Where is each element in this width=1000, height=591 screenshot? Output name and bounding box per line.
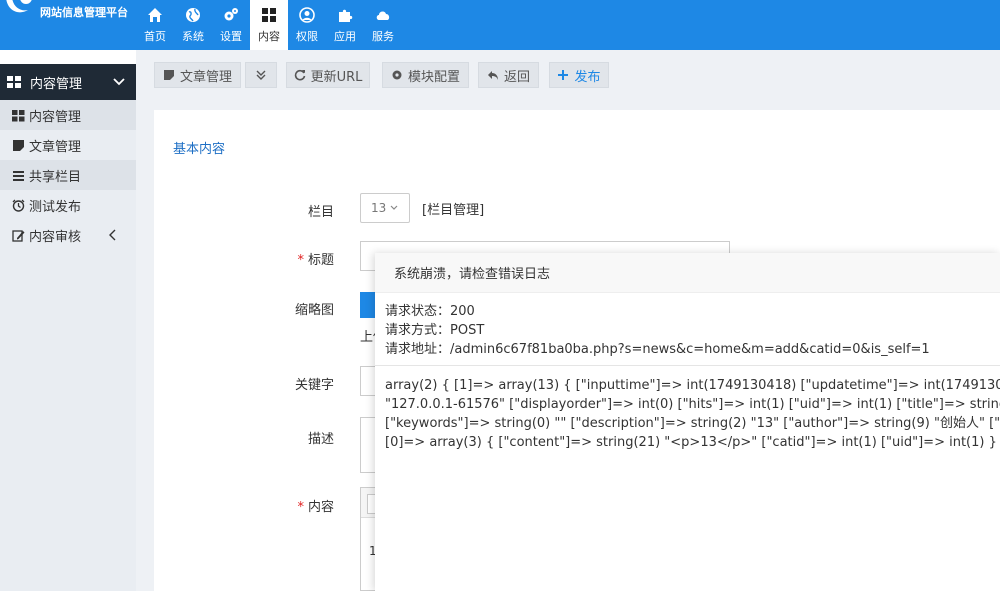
dialog-title: 系统崩溃，请检查错误日志 (375, 253, 1000, 293)
sidebar-item-article-manage[interactable]: 文章管理 (0, 130, 136, 160)
content-label-text: 内容 (307, 500, 334, 515)
required-marker: * (297, 500, 304, 515)
nav-label: 内容 (258, 29, 280, 43)
article-manage-label: 文章管理 (179, 69, 232, 85)
user-icon (299, 6, 315, 23)
category-select-value: 13 (371, 201, 387, 215)
nav-label: 设置 (220, 29, 242, 43)
nav-content[interactable]: 内容 (250, 0, 288, 50)
article-manage-button[interactable]: 文章管理 (154, 62, 241, 88)
note-icon (13, 139, 24, 151)
sidebar-section-content-manage[interactable]: 内容管理 (0, 64, 136, 100)
list-icon (13, 170, 24, 181)
gear-icon (392, 70, 402, 80)
description-label-text: 描述 (307, 432, 334, 447)
title-label-text: 标题 (307, 253, 334, 268)
sidebar-section-label: 内容管理 (30, 76, 83, 92)
description-label: 描述 (154, 428, 334, 447)
update-url-button[interactable]: 更新URL (286, 62, 370, 88)
chevron-down-icon (113, 78, 125, 86)
refresh-icon (294, 69, 305, 81)
clock-icon (12, 199, 25, 212)
module-config-label: 模块配置 (407, 69, 460, 85)
cloud-icon (376, 10, 390, 20)
error-dialog: 系统崩溃，请检查错误日志 请求状态：200 请求方式：POST 请求地址：/ad… (375, 253, 1000, 591)
reply-icon (487, 71, 498, 80)
nav-label: 系统 (182, 29, 204, 43)
publish-label: 发布 (574, 69, 601, 85)
chevron-down-icon (390, 205, 398, 210)
required-marker: * (297, 253, 304, 268)
sidebar-item-label: 内容审核 (29, 229, 82, 245)
nav-home[interactable]: 首页 (136, 0, 174, 50)
sidebar-item-content-review[interactable]: 内容审核 (0, 220, 136, 250)
globe-icon (186, 7, 200, 22)
note-icon (163, 70, 174, 80)
keywords-label-text: 关键字 (294, 378, 334, 393)
category-manage-link[interactable]: [栏目管理] (422, 199, 484, 218)
title-label: * 标题 (154, 249, 334, 268)
request-url: 请求地址：/admin6c67f81ba0ba.php?s=news&c=hom… (385, 342, 930, 357)
section-title: 基本内容 (173, 142, 226, 157)
category-select[interactable]: 13 (360, 193, 410, 223)
request-method: 请求方式：POST (385, 323, 485, 338)
sidebar-item-content-manage[interactable]: 内容管理 (0, 100, 136, 130)
sidebar-item-test-publish[interactable]: 测试发布 (0, 190, 136, 220)
upload-text: 上传 (360, 330, 376, 345)
nav-label: 首页 (144, 29, 166, 43)
sidebar-list: 内容管理 文章管理 共享栏目 测试发布 内容审核 (0, 100, 136, 250)
nav-apps[interactable]: 应用 (326, 0, 364, 50)
error-dump: array(2) { [1]=> array(13) { ["inputtime… (385, 376, 1000, 452)
more-dropdown-button[interactable] (245, 62, 277, 88)
grid-icon (262, 7, 276, 22)
top-bar: 网站信息管理平台 首页 系统 设置 内容 权限 应用 服务 (0, 0, 1000, 50)
logo-icon (6, 0, 32, 13)
thumbnail-label: 缩略图 (154, 299, 334, 318)
request-status: 请求状态：200 (385, 304, 475, 319)
thumbnail-label-text: 缩略图 (294, 303, 334, 318)
module-config-button[interactable]: 模块配置 (382, 62, 469, 88)
toolbar: 文章管理 更新URL 模块配置 返回 发布 (136, 50, 1000, 100)
category-label: 栏目 (154, 201, 334, 220)
dump-line: [0]=> array(3) { ["content"]=> string(21… (385, 435, 1000, 450)
nav-label: 应用 (334, 29, 356, 43)
puzzle-icon (339, 9, 353, 22)
dump-line: "127.0.0.1-61576" ["displayorder"]=> int… (385, 397, 1000, 412)
sidebar-item-label: 内容管理 (29, 109, 82, 125)
keywords-label: 关键字 (154, 374, 334, 393)
sidebar-item-label: 测试发布 (29, 199, 82, 215)
main-nav: 首页 系统 设置 内容 权限 应用 服务 (136, 0, 402, 50)
request-info: 请求状态：200 请求方式：POST 请求地址：/admin6c67f81ba0… (385, 302, 930, 359)
nav-system[interactable]: 系统 (174, 0, 212, 50)
dialog-divider (375, 365, 1000, 366)
back-label: 返回 (503, 69, 530, 85)
sidebar-item-label: 文章管理 (29, 139, 82, 155)
chevron-left-icon (109, 229, 116, 241)
plus-icon (558, 70, 569, 80)
dump-line: array(2) { [1]=> array(13) { ["inputtime… (385, 378, 1000, 393)
update-url-label: 更新URL (310, 69, 363, 85)
nav-services[interactable]: 服务 (364, 0, 402, 50)
category-label-text: 栏目 (307, 205, 334, 220)
grid-icon (7, 76, 21, 88)
nav-settings[interactable]: 设置 (212, 0, 250, 50)
sidebar-item-label: 共享栏目 (29, 169, 82, 185)
edit-icon (12, 229, 25, 242)
brand-subtitle: 网站信息管理平台 (40, 6, 128, 19)
publish-button[interactable]: 发布 (549, 62, 609, 88)
nav-permissions[interactable]: 权限 (288, 0, 326, 50)
back-button[interactable]: 返回 (478, 62, 539, 88)
grid-icon (12, 109, 25, 121)
sidebar-item-shared-columns[interactable]: 共享栏目 (0, 160, 136, 190)
content-label: * 内容 (154, 496, 334, 515)
nav-label: 服务 (372, 29, 394, 43)
home-icon (148, 7, 162, 22)
double-chevron-down-icon (256, 70, 266, 80)
gears-icon (224, 7, 238, 20)
dump-line: ["keywords"]=> string(0) "" ["descriptio… (385, 416, 1000, 431)
nav-label: 权限 (296, 29, 318, 43)
logo[interactable]: 网站信息管理平台 (0, 0, 136, 50)
sidebar: 内容管理 内容管理 文章管理 共享栏目 测试发布 内容审核 (0, 50, 136, 591)
